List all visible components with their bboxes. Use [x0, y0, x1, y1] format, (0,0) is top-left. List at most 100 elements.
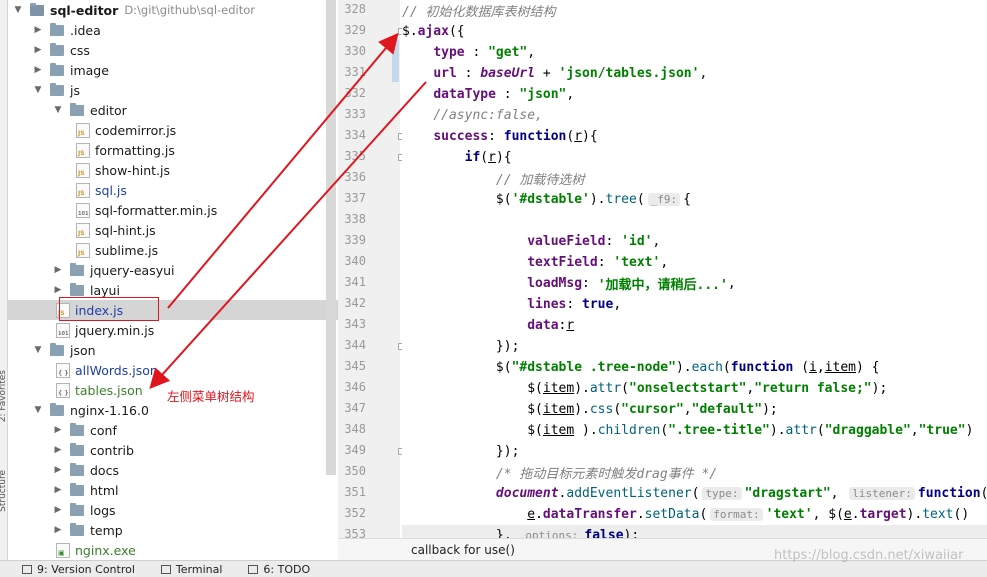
chevron-right-icon[interactable]: ▶: [52, 284, 64, 296]
tree-item[interactable]: ▼ editor: [8, 100, 338, 120]
tree-item-label: .idea: [70, 22, 101, 38]
code-line[interactable]: loadMsg: '加载中，请稍后...',: [402, 273, 736, 294]
tree-item[interactable]: sql-hint.js: [8, 220, 338, 240]
tree-item[interactable]: ▶ conf: [8, 420, 338, 440]
line-number: 330: [344, 44, 366, 58]
code-token: .: [636, 507, 645, 522]
tree-item[interactable]: ▶ .idea: [8, 20, 338, 40]
code-line[interactable]: success: function(r){: [402, 126, 597, 147]
code-line[interactable]: // 初始化数据库表树结构: [402, 0, 555, 21]
code-line[interactable]: if(r){: [402, 147, 512, 168]
code-line[interactable]: type : "get",: [402, 42, 535, 63]
code-line[interactable]: $. ajax({: [402, 21, 465, 42]
tree-item[interactable]: ▶ html: [8, 480, 338, 500]
code-token: ,: [910, 423, 919, 438]
code-token: (: [816, 423, 825, 438]
tree-item[interactable]: jquery.min.js: [8, 320, 338, 340]
tree-item[interactable]: formatting.js: [8, 140, 338, 160]
tree-item[interactable]: ▶ jquery-easyui: [8, 260, 338, 280]
code-token: ,: [727, 276, 736, 291]
code-token: (: [660, 423, 669, 438]
tree-item[interactable]: ▼ js: [8, 80, 338, 100]
chevron-down-icon[interactable]: ▼: [32, 84, 44, 96]
code-line[interactable]: valueField: 'id',: [402, 231, 660, 252]
chevron-down-icon[interactable]: ▼: [32, 344, 44, 356]
code-line[interactable]: $(item ). children(".tree-title"). attr("d…: [402, 420, 973, 441]
tree-item[interactable]: allWords.json: [8, 360, 338, 380]
code-line[interactable]: textField: 'text',: [402, 252, 668, 273]
tree-item-label: nginx.exe: [75, 542, 136, 558]
chevron-right-icon[interactable]: ▶: [52, 484, 64, 496]
code-line[interactable]: dataType : "json",: [402, 84, 574, 105]
tree-item[interactable]: ▶ docs: [8, 460, 338, 480]
chevron-right-icon[interactable]: ▶: [32, 24, 44, 36]
folder-icon: [50, 62, 64, 76]
chevron-right-icon[interactable]: ▶: [52, 464, 64, 476]
tree-item[interactable]: ▼ json: [8, 340, 338, 360]
chevron-right-icon[interactable]: ▶: [52, 444, 64, 456]
code-line[interactable]: $("#dstable .tree-node"). each(function (…: [402, 357, 880, 378]
line-number: 335: [344, 149, 366, 163]
code-line[interactable]: });: [402, 336, 520, 357]
annotation-label: 左侧菜单树结构: [167, 389, 255, 404]
tree-item[interactable]: ▶ image: [8, 60, 338, 80]
chevron-right-icon[interactable]: ▶: [52, 424, 64, 436]
code-token: e: [843, 507, 852, 522]
tree-item[interactable]: ▶ temp: [8, 520, 338, 540]
code-line[interactable]: $('#dstable'). tree(_f9:{: [402, 189, 691, 210]
chevron-down-icon[interactable]: ▼: [32, 404, 44, 416]
code-editor[interactable]: // 初始化数据库表树结构 $. ajax({ type : "get", url …: [402, 0, 987, 540]
chevron-right-icon[interactable]: ▶: [32, 44, 44, 56]
tree-item[interactable]: ▶ contrib: [8, 440, 338, 460]
chevron-right-icon[interactable]: ▶: [52, 504, 64, 516]
tool-window-button[interactable]: 9: Version Control: [22, 563, 135, 576]
code-line[interactable]: lines: true,: [402, 294, 621, 315]
tool-window-button[interactable]: 6: TODO: [248, 563, 310, 576]
code-line[interactable]: });: [402, 441, 520, 462]
js-file-icon: [76, 162, 90, 178]
chevron-right-icon[interactable]: ▶: [52, 524, 64, 536]
tree-item[interactable]: nginx.exe: [8, 540, 338, 560]
tree-item[interactable]: ▶ layui: [8, 280, 338, 300]
code-line[interactable]: $(item). css("cursor", "default");: [402, 399, 778, 420]
chevron-right-icon[interactable]: ▶: [32, 64, 44, 76]
line-number: 329: [344, 23, 366, 37]
tree-item[interactable]: sublime.js: [8, 240, 338, 260]
code-token: r: [566, 318, 575, 333]
line-number: 343: [344, 317, 366, 331]
code-line[interactable]: data: r: [402, 315, 574, 336]
tree-item[interactable]: show-hint.js: [8, 160, 338, 180]
favorites-tab[interactable]: 2: Favorites: [0, 370, 8, 422]
code-token: r: [574, 129, 583, 144]
tree-item[interactable]: ▶ css: [8, 40, 338, 60]
chevron-right-icon[interactable]: ▶: [52, 264, 64, 276]
code-line[interactable]: e. dataTransfer. setData(format:'text', $(…: [402, 504, 969, 525]
tool-window-button[interactable]: Terminal: [160, 563, 222, 576]
project-tree: ▼ sql-editor D:\git\github\sql-editor ▶ .ide…: [8, 0, 338, 560]
tree-item[interactable]: codemirror.js: [8, 120, 338, 140]
code-line[interactable]: /* 拖动目标元素时触发drag事件 */: [402, 462, 717, 483]
breadcrumb-text[interactable]: callback for use(): [411, 543, 515, 557]
tree-item[interactable]: index.js: [8, 300, 338, 320]
structure-tab[interactable]: Structure: [0, 470, 8, 512]
tree-item-label: json: [70, 342, 96, 358]
vcs-change-marker[interactable]: [392, 40, 399, 82]
line-number: 341: [344, 275, 366, 289]
tree-item[interactable]: sql-formatter.min.js: [8, 200, 338, 220]
code-line[interactable]: $(item). attr("onselectstart", "return fal…: [402, 378, 887, 399]
code-line[interactable]: document. addEventListener(type: "dragstar…: [402, 483, 987, 504]
code-line[interactable]: // 加载待选树: [402, 168, 584, 189]
tree-item[interactable]: ▶ logs: [8, 500, 338, 520]
code-token: loadMsg: [527, 276, 583, 291]
tree-root[interactable]: ▼ sql-editor D:\git\github\sql-editor: [8, 0, 338, 20]
chevron-down-icon[interactable]: ▼: [12, 4, 24, 16]
tree-item[interactable]: sql.js: [8, 180, 338, 200]
tree-scrollbar[interactable]: [326, 0, 336, 475]
code-token: ,: [699, 66, 708, 81]
chevron-down-icon[interactable]: ▼: [52, 104, 64, 116]
code-line[interactable]: //async:false,: [402, 105, 543, 126]
code-line[interactable]: url : baseUrl + 'json/tables.json',: [402, 63, 707, 84]
